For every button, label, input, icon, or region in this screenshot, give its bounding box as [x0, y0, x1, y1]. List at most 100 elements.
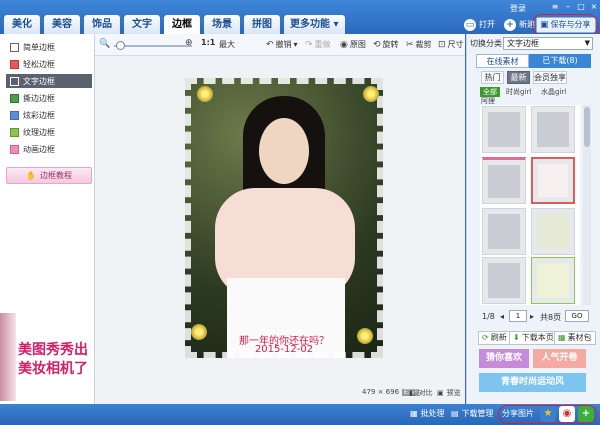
- makeup-camera-ad[interactable]: 美图秀秀出 美妆相机了: [0, 313, 93, 401]
- photo-with-border[interactable]: 那一年的你还在吗？ 2015-12-02: [185, 78, 383, 358]
- tab-beauty[interactable]: 美容: [44, 15, 80, 34]
- refresh-button[interactable]: ⟳ 刷新: [478, 331, 511, 345]
- download-page-button[interactable]: ⬇ 下载本页: [509, 331, 558, 345]
- sidebar-item-colorful[interactable]: 炫彩边框: [10, 108, 90, 122]
- tab-beautify[interactable]: 美化: [4, 15, 40, 34]
- resize-button[interactable]: ⊡ 尺寸: [438, 39, 464, 50]
- border-thumbnail[interactable]: [482, 208, 526, 255]
- zoom-out-icon[interactable]: 🔍: [99, 39, 110, 49]
- crop-label: 裁剪: [415, 40, 432, 49]
- crop-button[interactable]: ✂ 裁剪: [406, 39, 432, 50]
- border-thumbnail[interactable]: [482, 157, 526, 204]
- thumbnail-image: [488, 165, 520, 198]
- gallery-scrollbar[interactable]: [583, 105, 591, 305]
- open-button[interactable]: ▭ 打开: [464, 17, 495, 33]
- sidebar-item-torn[interactable]: 撕边边框: [10, 91, 90, 105]
- border-thumbnail[interactable]: [531, 106, 575, 153]
- undo-dropdown-icon: ▾: [293, 40, 298, 49]
- filter-hot[interactable]: 热门: [481, 71, 504, 84]
- download-manager-icon: ▤: [451, 409, 459, 418]
- border-thumbnail-selected[interactable]: [531, 157, 575, 204]
- open-label: 打开: [479, 20, 495, 29]
- compare-button[interactable]: ◧ 对比: [409, 388, 433, 398]
- material-pack-button[interactable]: ▦ 素材包: [554, 331, 596, 345]
- simple-border-icon: [10, 42, 19, 52]
- sidebar-item-label: 简单边框: [23, 42, 55, 52]
- new-button[interactable]: + 新建: [504, 17, 535, 33]
- redo-button[interactable]: ↷ 重做: [305, 39, 331, 50]
- category-label: 切换分类: [470, 39, 502, 48]
- prev-page-icon[interactable]: ◂: [500, 312, 504, 321]
- preview-button[interactable]: ▣ 预览: [437, 388, 461, 398]
- gallery-scrollbar-thumb[interactable]: [584, 107, 590, 147]
- batch-process-button[interactable]: ▦ 批处理: [410, 408, 445, 419]
- image-dimensions-text: 479 × 696: [362, 388, 400, 396]
- hand-icon: ✋: [26, 171, 36, 180]
- chip-fashion-girl[interactable]: 时尚girl: [506, 87, 531, 97]
- zoom-in-icon[interactable]: ⊕: [185, 38, 193, 48]
- rotate-button[interactable]: ⟲ 旋转: [373, 39, 399, 50]
- tab-collage[interactable]: 拼图: [244, 15, 280, 34]
- sidebar-item-label: 撕边边框: [23, 93, 55, 103]
- maximize-button[interactable]: 最大: [219, 39, 235, 50]
- text-border-icon: [10, 76, 19, 86]
- tab-more[interactable]: 更多功能 ▾: [284, 15, 345, 34]
- category-value: 文字边框: [507, 39, 539, 48]
- go-button[interactable]: GO: [565, 310, 589, 322]
- sidebar-item-label: 动画边框: [23, 144, 55, 154]
- compare-icon: ◧: [409, 389, 416, 397]
- border-thumbnail[interactable]: [482, 257, 526, 304]
- lace-border: [185, 78, 383, 358]
- animated-border-icon: [10, 144, 19, 154]
- sidebar-item-text[interactable]: 文字边框: [6, 74, 92, 88]
- flower-decoration: [197, 86, 213, 102]
- crop-icon: ✂: [406, 39, 414, 50]
- filter-vip[interactable]: 会员独享: [533, 71, 567, 84]
- close-icon[interactable]: ×: [588, 2, 600, 11]
- thumbnail-image: [537, 214, 569, 249]
- share-highlight: [498, 405, 597, 424]
- login-link[interactable]: 登录: [510, 3, 526, 14]
- actual-size-button[interactable]: 1:1: [201, 38, 215, 47]
- texture-border-icon: [10, 127, 19, 137]
- filter-newest[interactable]: 最新: [507, 71, 530, 84]
- chip-crystal-girl[interactable]: 水晶girl: [541, 87, 566, 97]
- zoom-slider[interactable]: [114, 45, 192, 47]
- batch-icon: ▦: [410, 409, 418, 418]
- preview-label: 预览: [446, 389, 461, 397]
- page-input[interactable]: 1: [509, 310, 527, 322]
- main-tabs: 美化 美容 饰品 文字 边框 场景 拼图 更多功能 ▾: [4, 15, 345, 34]
- download-icon: ⬇: [513, 333, 520, 342]
- promo-youth-sport[interactable]: 青春时尚运动风: [479, 373, 586, 392]
- download-manager-button[interactable]: ▤ 下载管理: [451, 408, 494, 419]
- sidebar-item-simple[interactable]: 简单边框: [10, 40, 90, 54]
- category-select[interactable]: 文字边框 ▼: [503, 37, 593, 50]
- border-tutorial-button[interactable]: ✋ 边框教程: [6, 167, 92, 184]
- sidebar-item-easy[interactable]: 轻松边框: [10, 57, 90, 71]
- original-button[interactable]: ◉ 原图: [340, 39, 366, 50]
- tab-online-materials[interactable]: 在线素材: [476, 54, 529, 68]
- tab-accessories[interactable]: 饰品: [84, 15, 120, 34]
- sidebar-item-animated[interactable]: 动画边框: [10, 142, 90, 156]
- promo-you-may-like[interactable]: 猜你喜欢: [479, 349, 529, 368]
- minimize-icon[interactable]: –: [562, 2, 574, 11]
- tab-scene[interactable]: 场景: [204, 15, 240, 34]
- tab-text[interactable]: 文字: [124, 15, 160, 34]
- tab-downloaded[interactable]: 已下载(8): [529, 54, 591, 68]
- menu-icon[interactable]: ≡: [549, 2, 561, 11]
- resize-icon: ⊡: [438, 39, 446, 50]
- sidebar-item-texture[interactable]: 纹理边框: [10, 125, 90, 139]
- border-thumbnail[interactable]: [531, 257, 575, 304]
- zoom-slider-handle[interactable]: [116, 41, 125, 50]
- border-thumbnail[interactable]: [482, 106, 526, 153]
- border-thumbnail[interactable]: [531, 208, 575, 255]
- tab-more-label: 更多功能: [290, 19, 330, 30]
- next-page-icon[interactable]: ▸: [530, 312, 534, 321]
- tab-border[interactable]: 边框: [164, 15, 200, 34]
- sidebar-item-label: 纹理边框: [23, 127, 55, 137]
- promo-popular[interactable]: 人气开卷: [533, 349, 586, 368]
- undo-button[interactable]: ↶ 撤销 ▾: [266, 39, 298, 50]
- thumbnail-image: [488, 214, 520, 249]
- maximize-icon[interactable]: □: [575, 2, 587, 11]
- undo-label: 撤销: [275, 40, 292, 49]
